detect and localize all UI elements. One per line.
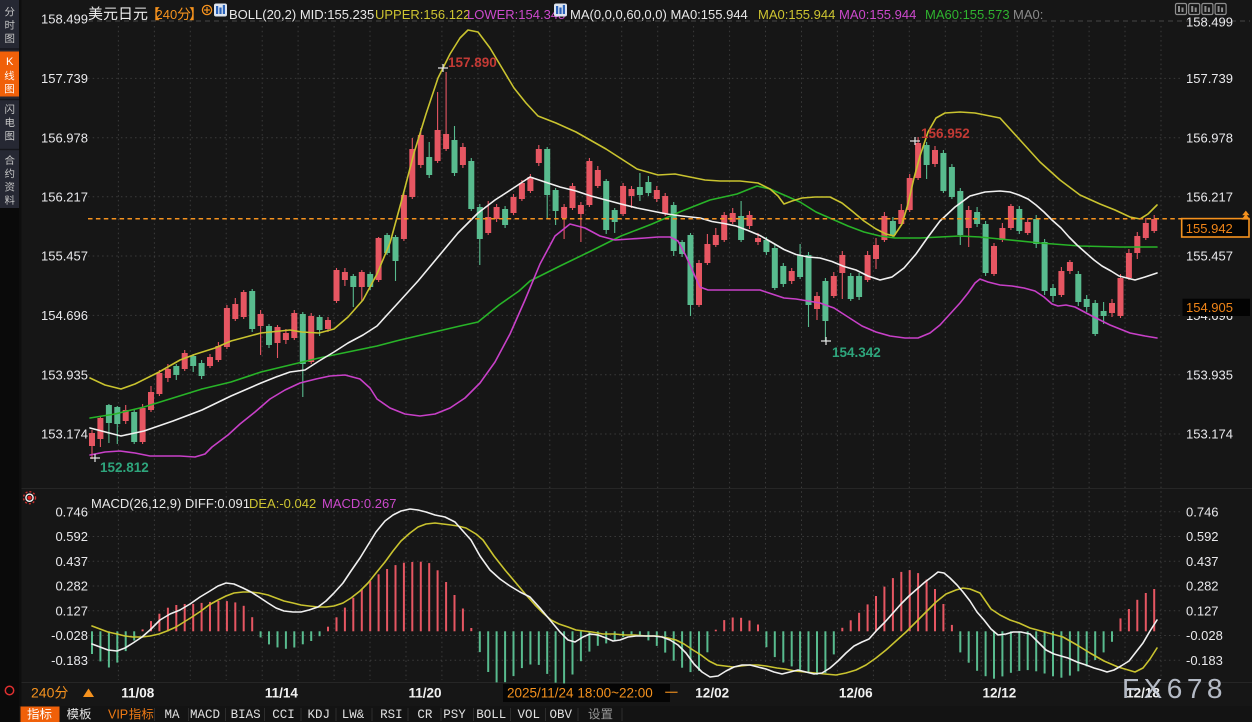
- svg-text:K: K: [6, 56, 14, 68]
- svg-text:LOWER:154.348: LOWER:154.348: [467, 7, 565, 22]
- svg-text:158.499: 158.499: [41, 12, 88, 27]
- svg-text:156.952: 156.952: [921, 126, 970, 141]
- svg-text:156.217: 156.217: [1186, 189, 1233, 204]
- svg-text:VIP: VIP: [108, 708, 128, 722]
- svg-text:156.217: 156.217: [41, 189, 88, 204]
- svg-text:KDJ: KDJ: [307, 708, 330, 722]
- svg-text:-0.183: -0.183: [51, 653, 88, 668]
- svg-text:0.746: 0.746: [1186, 504, 1219, 519]
- svg-text:VOL: VOL: [518, 708, 541, 722]
- svg-text:153.174: 153.174: [1186, 427, 1233, 442]
- svg-text:-0.028: -0.028: [51, 628, 88, 643]
- svg-text:0.592: 0.592: [55, 529, 88, 544]
- svg-text:LW&: LW&: [342, 708, 365, 722]
- svg-text:155.942: 155.942: [1186, 221, 1233, 236]
- svg-text:MA: MA: [164, 708, 180, 722]
- svg-text:154.905: 154.905: [1186, 300, 1233, 315]
- svg-text:MACD:0.267: MACD:0.267: [322, 496, 396, 511]
- svg-text:MA(0,0,0,60,0,0) MA0:155.944: MA(0,0,0,60,0,0) MA0:155.944: [570, 7, 748, 22]
- svg-text:0.437: 0.437: [1186, 554, 1219, 569]
- svg-text:2025/11/24 18:00~22:00: 2025/11/24 18:00~22:00: [507, 686, 653, 701]
- svg-text:BOLL: BOLL: [476, 708, 506, 722]
- svg-text:11/14: 11/14: [265, 686, 299, 701]
- svg-text:BOLL(20,2) MID:155.235: BOLL(20,2) MID:155.235: [229, 7, 374, 22]
- svg-text:0.127: 0.127: [1186, 603, 1219, 618]
- svg-text:0.746: 0.746: [55, 504, 88, 519]
- svg-text:240: 240: [156, 7, 178, 22]
- svg-text:157.890: 157.890: [448, 55, 497, 70]
- svg-text:0.592: 0.592: [1186, 529, 1219, 544]
- svg-text:CR: CR: [417, 708, 433, 722]
- svg-text:156.978: 156.978: [41, 130, 88, 145]
- svg-text:154.696: 154.696: [41, 308, 88, 323]
- svg-text:12/06: 12/06: [839, 686, 873, 701]
- svg-text:MA0:: MA0:: [1013, 7, 1043, 22]
- svg-text:PSY: PSY: [443, 708, 466, 722]
- svg-text:0.127: 0.127: [55, 603, 88, 618]
- svg-text:152.812: 152.812: [100, 460, 149, 475]
- svg-text:BIAS: BIAS: [231, 708, 261, 722]
- svg-text:155.457: 155.457: [41, 249, 88, 264]
- svg-text:156.978: 156.978: [1186, 130, 1233, 145]
- svg-text:MA0:155.944: MA0:155.944: [839, 7, 916, 22]
- svg-text:155.457: 155.457: [1186, 249, 1233, 264]
- svg-text:MA0:155.944: MA0:155.944: [758, 7, 835, 22]
- svg-text:153.935: 153.935: [41, 367, 88, 382]
- svg-text:-0.183: -0.183: [1186, 653, 1223, 668]
- svg-text:0.282: 0.282: [55, 579, 88, 594]
- svg-text:12/12: 12/12: [983, 686, 1017, 701]
- svg-text:0.437: 0.437: [55, 554, 88, 569]
- svg-text:RSI: RSI: [380, 708, 403, 722]
- svg-text:DEA:-0.042: DEA:-0.042: [249, 496, 316, 511]
- svg-text:11/20: 11/20: [408, 686, 441, 701]
- svg-text:OBV: OBV: [549, 708, 572, 722]
- svg-text:MA60:155.573: MA60:155.573: [925, 7, 1010, 22]
- svg-text:FX678: FX678: [1122, 673, 1227, 704]
- svg-text:CCI: CCI: [272, 708, 295, 722]
- svg-text:158.499: 158.499: [1186, 15, 1233, 30]
- svg-text:MACD(26,12,9) DIFF:0.091: MACD(26,12,9) DIFF:0.091: [91, 496, 250, 511]
- svg-text:154.342: 154.342: [832, 345, 881, 360]
- svg-text:157.739: 157.739: [1186, 71, 1233, 86]
- svg-text:153.935: 153.935: [1186, 367, 1233, 382]
- svg-text:240: 240: [31, 685, 55, 701]
- svg-text:UPPER:156.122: UPPER:156.122: [375, 7, 470, 22]
- svg-text:157.739: 157.739: [41, 71, 88, 86]
- svg-text:153.174: 153.174: [41, 427, 88, 442]
- svg-text:12/02: 12/02: [695, 686, 729, 701]
- svg-text:MACD: MACD: [190, 708, 220, 722]
- svg-text:-0.028: -0.028: [1186, 628, 1223, 643]
- svg-text:0.282: 0.282: [1186, 579, 1219, 594]
- svg-text:11/08: 11/08: [121, 686, 155, 701]
